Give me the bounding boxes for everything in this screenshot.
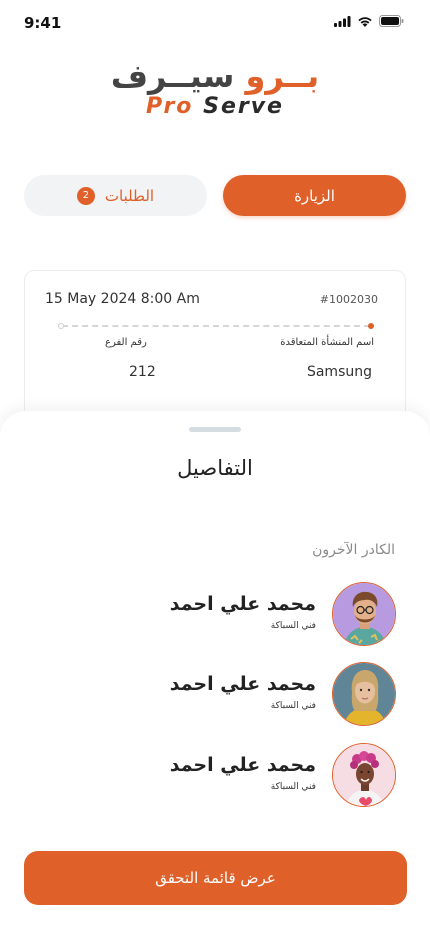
staff-name: محمد علي احمد	[169, 673, 316, 695]
tab-visit[interactable]: الزيارة	[223, 175, 406, 216]
logo-english-pro: Pro	[146, 94, 194, 119]
status-bar: 9:41	[0, 0, 430, 46]
timeline-dashed-line	[62, 325, 370, 327]
staff-role: فني السباكة	[270, 621, 316, 631]
requests-count-badge: 2	[76, 186, 95, 205]
visit-date: 15 May 2024 8:00 Am	[45, 291, 200, 307]
staff-role: فني السباكة	[270, 701, 316, 711]
wifi-icon	[358, 16, 372, 27]
company-value: Samsung	[306, 364, 372, 380]
staff-member[interactable]: محمد علي احمد فني السباكة	[96, 582, 396, 648]
signal-icon	[334, 15, 351, 27]
visit-id: #1002030	[319, 293, 378, 306]
staff-role: فني السباكة	[270, 782, 316, 792]
avatar	[332, 662, 396, 726]
logo-arabic-accent: بــرو	[245, 57, 320, 95]
visit-progress-timeline	[58, 323, 374, 329]
timeline-end-dot	[368, 323, 374, 329]
branch-label: رقم الفرع	[105, 337, 147, 348]
sheet-drag-handle[interactable]	[189, 427, 241, 432]
battery-icon	[379, 15, 404, 27]
branch-value: 212	[129, 364, 156, 380]
staff-name: محمد علي احمد	[169, 754, 316, 776]
view-checklist-label: عرض قائمة التحقق	[155, 869, 276, 887]
other-staff-label: الكادر الآخرون	[312, 542, 395, 558]
company-label: اسم المنشأة المتعاقدة	[280, 337, 374, 348]
logo-english-serve: Serve	[203, 94, 284, 119]
staff-member[interactable]: محمد علي احمد فني السباكة	[96, 743, 396, 809]
tab-requests-label: الطلبات	[104, 186, 155, 205]
tab-requests[interactable]: 2 الطلبات	[24, 175, 207, 216]
view-checklist-button[interactable]: عرض قائمة التحقق	[24, 851, 407, 905]
sheet-title: التفاصيل	[177, 456, 253, 480]
tab-visit-label: الزيارة	[294, 186, 335, 205]
avatar	[332, 582, 396, 646]
app-logo: بــرو سيــرف Pro Serve	[0, 58, 430, 122]
logo-arabic: بــرو سيــرف	[0, 58, 430, 94]
logo-arabic-main: سيــرف	[110, 57, 235, 95]
status-time: 9:41	[24, 14, 62, 32]
status-icons	[334, 15, 404, 27]
staff-name: محمد علي احمد	[169, 593, 316, 615]
avatar	[332, 743, 396, 807]
logo-english: Pro Serve	[0, 94, 430, 120]
staff-member[interactable]: محمد علي احمد فني السباكة	[96, 662, 396, 728]
timeline-start-dot	[58, 323, 64, 329]
